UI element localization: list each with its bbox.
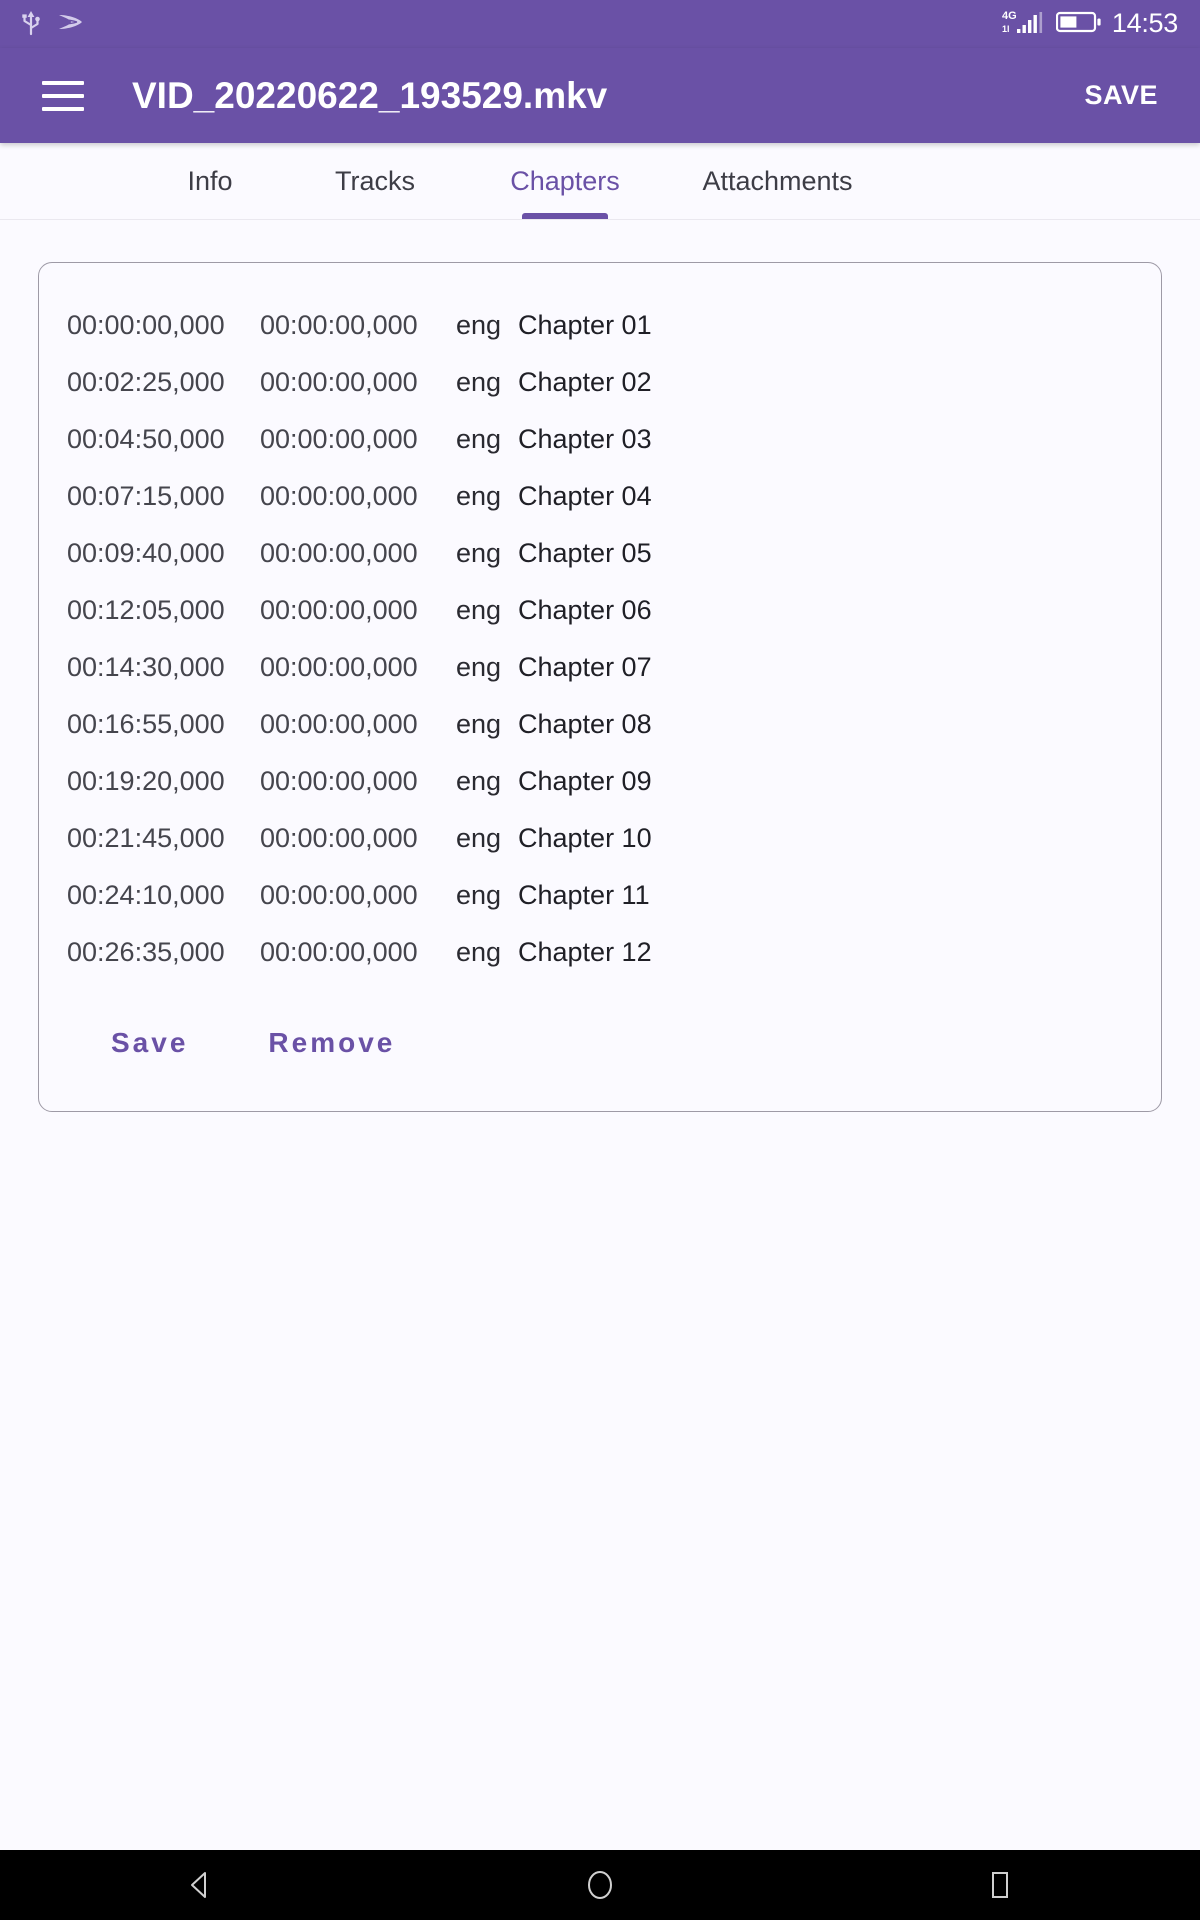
active-tab-indicator xyxy=(522,213,608,219)
chapter-language: eng xyxy=(456,880,502,910)
home-circle-icon[interactable] xyxy=(515,1850,685,1920)
chapter-name: Chapter 01 xyxy=(518,310,652,340)
chapter-name: Chapter 08 xyxy=(518,709,652,739)
chapter-name: Chapter 03 xyxy=(518,424,652,454)
status-bar-clock: 14:53 xyxy=(1111,7,1178,38)
chapter-name: Chapter 05 xyxy=(518,538,652,568)
chapter-end-time: 00:00:00,000 xyxy=(260,937,418,967)
chapter-name: Chapter 09 xyxy=(518,766,652,796)
tab-bar: Info Tracks Chapters Attachments xyxy=(0,143,1200,220)
content-area: 00:00:00,000 00:00:00,000 eng Chapter 01 00:… xyxy=(0,220,1200,1850)
table-row[interactable]: 00:21:45,000 00:00:00,000 eng Chapter 10 xyxy=(39,810,1161,867)
chapter-start-time: 00:04:50,000 xyxy=(67,424,225,454)
chapter-end-time: 00:00:00,000 xyxy=(260,367,418,397)
signal-bars-icon: 4G 1l xyxy=(1002,7,1046,42)
chapter-end-time: 00:00:00,000 xyxy=(260,595,418,625)
tab-chapters[interactable]: Chapters xyxy=(470,143,660,219)
chapter-language: eng xyxy=(456,367,502,397)
status-bar-right-icons: 4G 1l 14:53 xyxy=(1002,7,1178,42)
chapter-end-time: 00:00:00,000 xyxy=(260,880,418,910)
chapter-end-time: 00:00:00,000 xyxy=(260,310,418,340)
chapter-language: eng xyxy=(456,595,502,625)
hamburger-menu-icon[interactable] xyxy=(42,69,96,123)
chapter-start-time: 00:14:30,000 xyxy=(67,652,225,682)
chapter-start-time: 00:26:35,000 xyxy=(67,937,225,967)
chapter-start-time: 00:19:20,000 xyxy=(67,766,225,796)
battery-icon xyxy=(1055,9,1102,40)
chapters-card: 00:00:00,000 00:00:00,000 eng Chapter 01 00:… xyxy=(38,262,1162,1112)
table-row[interactable]: 00:19:20,000 00:00:00,000 eng Chapter 09 xyxy=(39,753,1161,810)
save-button[interactable]: SAVE xyxy=(1072,66,1170,125)
system-navigation-bar xyxy=(0,1850,1200,1920)
cast-icon xyxy=(56,10,84,39)
chapters-save-button[interactable]: Save xyxy=(107,1019,192,1067)
chapter-end-time: 00:00:00,000 xyxy=(260,538,418,568)
chapters-card-actions: Save Remove xyxy=(39,1019,1161,1067)
status-bar-left-icons xyxy=(20,8,84,41)
svg-text:4G: 4G xyxy=(1002,10,1017,22)
chapter-end-time: 00:00:00,000 xyxy=(260,481,418,511)
table-row[interactable]: 00:00:00,000 00:00:00,000 eng Chapter 01 xyxy=(39,297,1161,354)
chapter-name: Chapter 02 xyxy=(518,367,652,397)
chapter-start-time: 00:21:45,000 xyxy=(67,823,225,853)
page-title: VID_20220622_193529.mkv xyxy=(132,74,608,116)
chapter-language: eng xyxy=(456,424,502,454)
table-row[interactable]: 00:02:25,000 00:00:00,000 eng Chapter 02 xyxy=(39,354,1161,411)
status-bar: 4G 1l 14:53 xyxy=(0,0,1200,48)
app-screen: 4G 1l 14:53 VID_20220622_193529.mkv SAVE… xyxy=(0,0,1200,1920)
chapter-name: Chapter 12 xyxy=(518,937,652,967)
tab-info[interactable]: Info xyxy=(140,143,280,219)
tab-attachments-label: Attachments xyxy=(702,165,853,196)
chapter-name: Chapter 07 xyxy=(518,652,652,682)
table-row[interactable]: 00:12:05,000 00:00:00,000 eng Chapter 06 xyxy=(39,582,1161,639)
tab-tracks[interactable]: Tracks xyxy=(280,143,470,219)
chapter-language: eng xyxy=(456,823,502,853)
chapters-remove-button[interactable]: Remove xyxy=(264,1019,399,1067)
chapter-name: Chapter 10 xyxy=(518,823,652,853)
chapter-end-time: 00:00:00,000 xyxy=(260,709,418,739)
chapter-language: eng xyxy=(456,709,502,739)
usb-icon xyxy=(20,8,42,41)
tab-attachments[interactable]: Attachments xyxy=(660,143,895,219)
chapter-end-time: 00:00:00,000 xyxy=(260,652,418,682)
chapter-name: Chapter 06 xyxy=(518,595,652,625)
table-row[interactable]: 00:24:10,000 00:00:00,000 eng Chapter 11 xyxy=(39,867,1161,924)
app-bar: VID_20220622_193529.mkv SAVE xyxy=(0,48,1200,143)
chapter-start-time: 00:16:55,000 xyxy=(67,709,225,739)
table-row[interactable]: 00:16:55,000 00:00:00,000 eng Chapter 08 xyxy=(39,696,1161,753)
chapter-start-time: 00:02:25,000 xyxy=(67,367,225,397)
tab-tracks-label: Tracks xyxy=(335,165,415,196)
table-row[interactable]: 00:14:30,000 00:00:00,000 eng Chapter 07 xyxy=(39,639,1161,696)
chapter-end-time: 00:00:00,000 xyxy=(260,823,418,853)
chapter-start-time: 00:24:10,000 xyxy=(67,880,225,910)
svg-text:1l: 1l xyxy=(1002,24,1010,34)
chapter-language: eng xyxy=(456,937,502,967)
chapter-language: eng xyxy=(456,538,502,568)
chapter-end-time: 00:00:00,000 xyxy=(260,766,418,796)
recents-square-icon[interactable] xyxy=(915,1850,1085,1920)
chapter-language: eng xyxy=(456,766,502,796)
table-row[interactable]: 00:04:50,000 00:00:00,000 eng Chapter 03 xyxy=(39,411,1161,468)
chapter-start-time: 00:07:15,000 xyxy=(67,481,225,511)
tab-info-label: Info xyxy=(187,165,233,196)
chapter-start-time: 00:12:05,000 xyxy=(67,595,225,625)
table-row[interactable]: 00:09:40,000 00:00:00,000 eng Chapter 05 xyxy=(39,525,1161,582)
chapter-language: eng xyxy=(456,481,502,511)
chapter-name: Chapter 04 xyxy=(518,481,652,511)
table-row[interactable]: 00:26:35,000 00:00:00,000 eng Chapter 12 xyxy=(39,924,1161,981)
chapter-language: eng xyxy=(456,310,502,340)
chapter-end-time: 00:00:00,000 xyxy=(260,424,418,454)
chapter-name: Chapter 11 xyxy=(518,880,650,910)
tab-chapters-label: Chapters xyxy=(510,165,620,196)
table-row[interactable]: 00:07:15,000 00:00:00,000 eng Chapter 04 xyxy=(39,468,1161,525)
chapter-start-time: 00:00:00,000 xyxy=(67,310,225,340)
chapter-language: eng xyxy=(456,652,502,682)
chapters-list: 00:00:00,000 00:00:00,000 eng Chapter 01 00:… xyxy=(39,297,1161,981)
chapter-start-time: 00:09:40,000 xyxy=(67,538,225,568)
back-triangle-icon[interactable] xyxy=(115,1850,285,1920)
